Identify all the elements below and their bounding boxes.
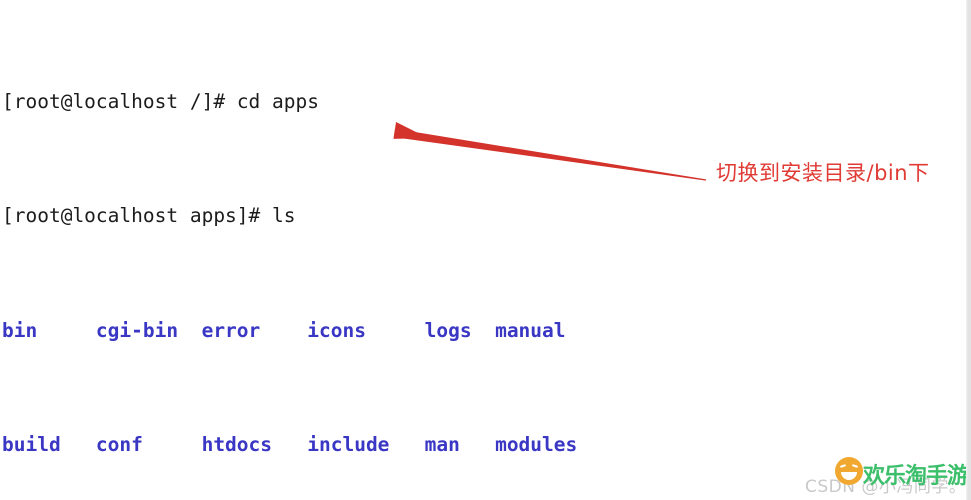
smiley-face-icon bbox=[835, 457, 863, 485]
shell-command: cd apps bbox=[236, 89, 319, 113]
watermark-brand-text: 欢乐淘手游 bbox=[863, 464, 969, 489]
terminal-screenshot: [root@localhost /]# cd apps [root@localh… bbox=[0, 0, 971, 500]
shell-prompt: [root@localhost apps]# bbox=[2, 204, 273, 228]
terminal-output-area[interactable]: [root@localhost /]# cd apps [root@localh… bbox=[0, 0, 969, 500]
terminal-line: [root@localhost /]# cd apps bbox=[2, 88, 969, 117]
eye-right bbox=[851, 464, 859, 468]
shell-prompt: [root@localhost /]# bbox=[2, 89, 237, 113]
shell-command: ls bbox=[272, 204, 296, 228]
directory-list-row: bin cgi-bin error icons logs manual bbox=[2, 318, 566, 342]
directory-list-row: build conf htdocs include man modules bbox=[2, 432, 578, 456]
terminal-line: [root@localhost apps]# ls bbox=[2, 202, 969, 231]
mouth bbox=[841, 472, 857, 480]
ls-apps-row-1: bin cgi-bin error icons logs manual bbox=[2, 317, 969, 346]
watermark: CSDN @小冯同学。 欢乐淘手游 bbox=[805, 455, 969, 500]
annotation-label: 切换到安装目录/bin下 bbox=[716, 161, 930, 185]
eye-left bbox=[839, 464, 847, 468]
